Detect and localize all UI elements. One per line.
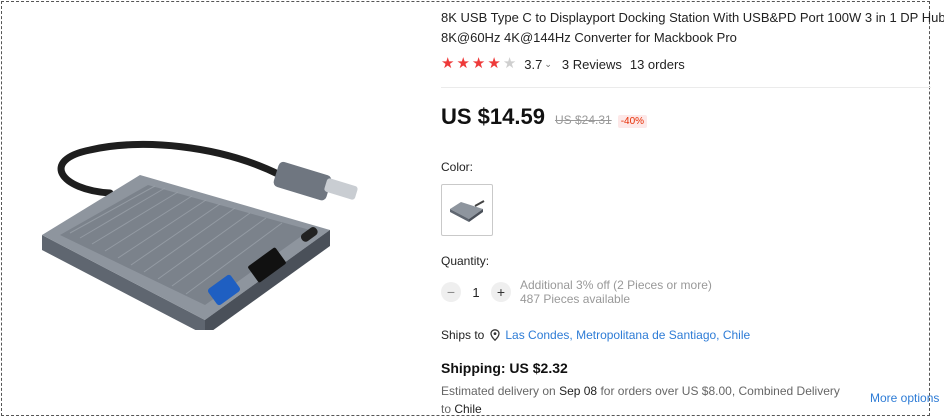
- discount-badge: -40%: [617, 115, 648, 128]
- quantity-minus-button[interactable]: −: [441, 282, 461, 302]
- rating-value[interactable]: 3.7: [524, 57, 542, 72]
- bulk-offer-text: Additional 3% off (2 Pieces or more): [520, 278, 712, 292]
- star-rating: ★ ★ ★ ★ ★: [441, 56, 516, 72]
- star-empty-icon: ★: [502, 55, 517, 72]
- more-options-link[interactable]: More options: [870, 391, 939, 405]
- ship-location-link[interactable]: Las Condes, Metropolitana de Santiago, C…: [505, 328, 750, 342]
- est-destination: Chile: [454, 402, 482, 416]
- price-row: US $14.59 US $24.31 -40%: [441, 104, 941, 130]
- estimated-delivery: Estimated delivery on Sep 08 for orders …: [441, 382, 861, 418]
- hub-thumbnail-icon: [450, 200, 485, 222]
- divider: [441, 87, 931, 88]
- location-pin-icon: [490, 329, 501, 341]
- original-price: US $24.31: [554, 113, 612, 127]
- product-image[interactable]: [0, 0, 420, 420]
- ships-to-row: Ships to Las Condes, Metropolitana de Sa…: [441, 328, 941, 342]
- star-icon: ★: [471, 55, 486, 72]
- quantity-stepper: − 1 + Additional 3% off (2 Pieces or mor…: [441, 278, 941, 306]
- est-prefix: Estimated delivery on: [441, 384, 560, 398]
- star-icon: ★: [456, 55, 470, 72]
- docking-station-image: [42, 140, 358, 330]
- current-price: US $14.59: [441, 104, 545, 129]
- quantity-label: Quantity:: [441, 254, 490, 268]
- est-suffix: for orders over US $8.00, Combined Deliv…: [597, 384, 840, 398]
- color-label: Color:: [441, 160, 474, 174]
- chevron-down-icon[interactable]: ⌄: [544, 59, 552, 70]
- star-icon: ★: [487, 55, 501, 72]
- reviews-link[interactable]: 3 Reviews: [562, 57, 622, 72]
- rating-row: ★ ★ ★ ★ ★ 3.7 ⌄ 3 Reviews 13 orders: [441, 56, 941, 72]
- orders-count: 13 orders: [629, 56, 685, 72]
- shipping-cost: Shipping: US $2.32: [441, 360, 568, 376]
- ships-to-label: Ships to: [441, 328, 485, 342]
- quantity-info: Additional 3% off (2 Pieces or more) 487…: [520, 278, 712, 306]
- est-to: to: [441, 402, 455, 416]
- quantity-value[interactable]: 1: [461, 285, 491, 300]
- star-icon: ★: [441, 55, 455, 72]
- quantity-plus-button[interactable]: +: [491, 282, 511, 302]
- product-details: 8K USB Type C to Displayport Docking Sta…: [441, 8, 944, 418]
- est-date: Sep 08: [559, 384, 598, 398]
- pieces-available-text: 487 Pieces available: [520, 292, 631, 306]
- color-swatch[interactable]: [441, 184, 493, 236]
- product-title: 8K USB Type C to Displayport Docking Sta…: [441, 10, 944, 45]
